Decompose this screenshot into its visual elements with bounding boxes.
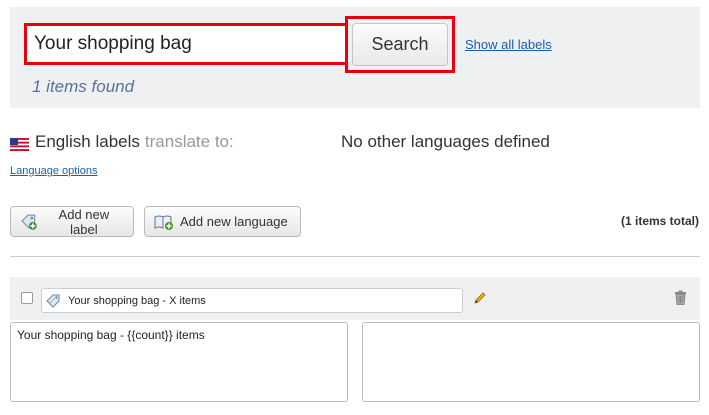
search-button[interactable]: Search bbox=[352, 23, 448, 66]
translation-text-area[interactable] bbox=[362, 322, 700, 402]
label-key-field[interactable] bbox=[41, 288, 463, 313]
pencil-edit-icon[interactable] bbox=[473, 291, 487, 305]
select-label-checkbox[interactable] bbox=[21, 292, 33, 304]
no-languages-message: No other languages defined bbox=[341, 132, 550, 151]
us-flag-icon bbox=[10, 136, 29, 151]
source-language-label: English labels bbox=[35, 132, 140, 151]
add-language-icon bbox=[154, 215, 173, 230]
search-panel: Search Show all labels 1 items found bbox=[10, 7, 700, 108]
trash-icon[interactable] bbox=[674, 290, 687, 305]
label-item-header bbox=[10, 277, 700, 320]
divider bbox=[10, 256, 700, 257]
add-language-button-text: Add new language bbox=[180, 214, 288, 229]
translate-to-label: translate to: bbox=[144, 132, 234, 151]
show-all-labels-link[interactable]: Show all labels bbox=[465, 37, 552, 52]
search-button-highlight: Search bbox=[345, 16, 455, 73]
label-key-input[interactable] bbox=[68, 294, 448, 307]
label-tag-icon bbox=[46, 294, 60, 308]
search-input-highlight bbox=[24, 23, 358, 65]
add-label-button-text: Add new label bbox=[58, 206, 110, 237]
add-language-button[interactable]: Add new language bbox=[144, 206, 301, 237]
items-total-text: (1 items total) bbox=[620, 214, 699, 228]
add-label-icon bbox=[21, 214, 37, 230]
items-total-count: (1 items total) bbox=[621, 214, 699, 228]
add-label-button[interactable]: Add new label bbox=[10, 206, 134, 237]
language-options-link[interactable]: Language options bbox=[10, 165, 97, 177]
results-count: 1 items found bbox=[32, 77, 135, 96]
language-header: English labels translate to: bbox=[10, 132, 234, 152]
search-input[interactable] bbox=[30, 29, 352, 59]
english-text-area[interactable]: Your shopping bag - {{count}} items bbox=[10, 322, 348, 402]
